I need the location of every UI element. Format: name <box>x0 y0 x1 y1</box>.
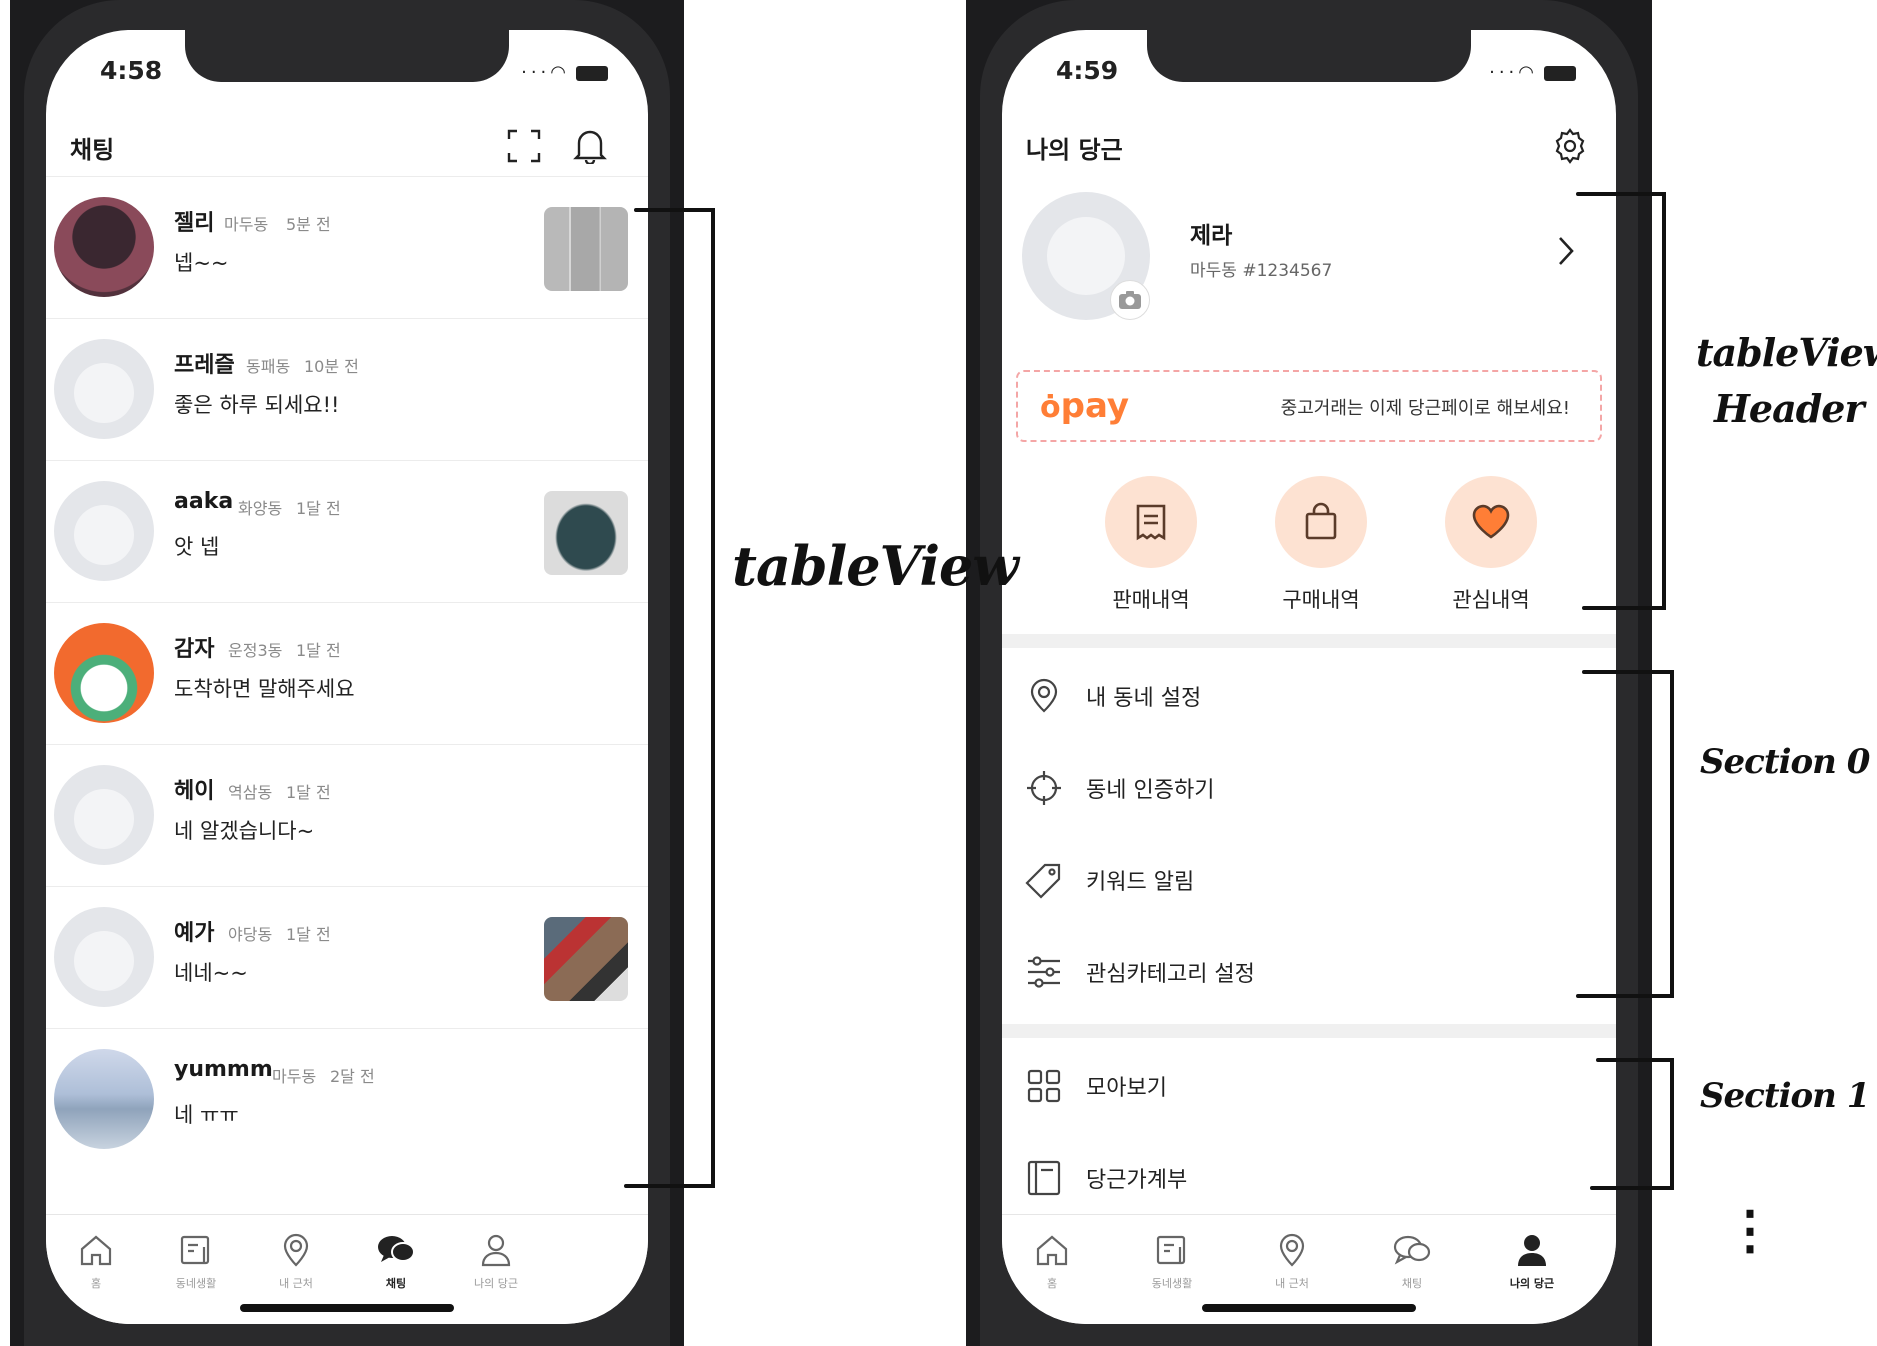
status-bar: 4:59 ···◠ <box>1002 56 1616 92</box>
annotation-tableview-header-1: tableView <box>1696 330 1877 375</box>
annotation-tableview: tableView <box>732 534 1019 598</box>
tableview-header-bracket <box>1576 192 1666 610</box>
section0-bracket <box>1576 670 1674 998</box>
status-time: 4:58 <box>100 56 163 85</box>
annotation-brackets <box>624 192 1674 1190</box>
section1-bracket <box>1590 1058 1674 1190</box>
annotation-section0: Section 0 <box>1700 742 1870 782</box>
status-bar: 4:58 ···◠ <box>46 56 648 92</box>
annotation-section1: Section 1 <box>1700 1076 1870 1116</box>
status-icons: ···◠ <box>1489 62 1576 83</box>
wifi-icon: ◠ <box>1518 62 1538 83</box>
annotation-tableview-header-2: Header <box>1714 386 1864 431</box>
wifi-icon: ◠ <box>550 62 570 83</box>
status-time: 4:59 <box>1056 56 1119 85</box>
battery-icon <box>576 65 608 81</box>
annotation-ellipsis: ⋮ <box>1724 1200 1776 1261</box>
battery-icon <box>1544 65 1576 81</box>
status-icons: ···◠ <box>521 62 608 83</box>
tableview-bracket <box>624 208 715 1188</box>
